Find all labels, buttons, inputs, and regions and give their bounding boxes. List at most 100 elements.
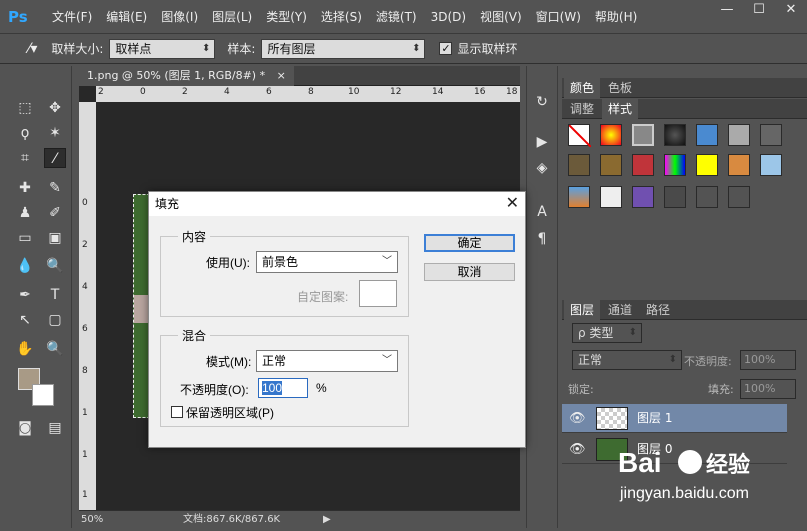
blend-mode-select[interactable]: 正常 [572,350,682,370]
style-swatch[interactable] [696,124,718,146]
ok-button[interactable]: 确定 [424,234,515,252]
layer-opacity-field[interactable]: 100% [740,350,796,370]
visibility-eye-icon[interactable]: 👁 [569,404,586,433]
preserve-transparency-checkbox[interactable] [171,406,183,418]
menu-edit[interactable]: 编辑(E) [106,8,147,25]
opacity-input[interactable]: 100 [258,378,308,398]
style-swatch[interactable] [600,186,622,208]
actions-panel-icon[interactable]: ▶ [531,132,553,152]
magic-wand-tool-icon[interactable]: ✶ [44,123,66,143]
style-swatch[interactable] [760,124,782,146]
tab-adjustments[interactable]: 调整 [564,99,600,119]
ruler-tick: 1 [82,490,88,500]
style-swatch[interactable] [728,124,750,146]
blend-group: 混合 模式(M): 正常 ﹀ 不透明度(O): 100 % 保留透明区域(P) [160,327,409,427]
hand-tool-icon[interactable]: ✋ [14,339,36,359]
style-swatch[interactable] [600,154,622,176]
menu-help[interactable]: 帮助(H) [595,8,637,25]
menu-window[interactable]: 窗口(W) [536,8,581,25]
style-swatch[interactable] [632,186,654,208]
layer-row[interactable]: 👁 图层 1 [562,404,787,433]
marquee-tool-icon[interactable]: ⬚ [14,98,36,118]
ruler-tick: 14 [432,87,444,97]
stamp-tool-icon[interactable]: ♟ [14,203,36,223]
style-swatch[interactable] [632,154,654,176]
dodge-tool-icon[interactable]: 🔍 [44,256,66,276]
crop-tool-icon[interactable]: ⌗ [14,148,36,168]
style-panel-tabs: 调整 样式 [562,99,807,119]
cancel-button[interactable]: 取消 [424,263,515,281]
dialog-close-icon[interactable]: ✕ [506,192,519,216]
style-swatch[interactable] [760,154,782,176]
zoom-tool-icon[interactable]: 🔍 [44,339,66,359]
style-swatch[interactable] [664,186,686,208]
character-panel-icon[interactable]: A [531,202,553,222]
pen-tool-icon[interactable]: ✒ [14,285,36,305]
maximize-button[interactable]: ☐ [743,0,775,22]
paragraph-panel-icon[interactable]: ¶ [531,229,553,249]
tab-styles[interactable]: 样式 [602,99,638,119]
sample-select[interactable]: 所有图层 [261,38,426,59]
screen-mode-icon[interactable]: ▤ [44,418,66,438]
close-tab-icon[interactable]: × [277,69,286,82]
history-panel-icon[interactable]: ↻ [531,92,553,112]
tools-panel: ⬚ ✥ ϙ ✶ ⌗ ⁄ ✚ ✎ ♟ ✐ ▭ ▣ 💧 🔍 ✒ T ↖ ▢ ✋ 🔍 … [8,66,72,528]
style-swatch[interactable] [568,186,590,208]
document-tab[interactable]: 1.png @ 50% (图层 1, RGB/8#) * × [79,66,294,86]
menu-type[interactable]: 类型(Y) [266,8,307,25]
gradient-tool-icon[interactable]: ▣ [44,228,66,248]
menu-view[interactable]: 视图(V) [480,8,522,25]
opacity-label: 不透明度: [684,355,732,368]
menu-layer[interactable]: 图层(L) [212,8,252,25]
close-button[interactable]: ✕ [775,0,807,22]
eraser-tool-icon[interactable]: ▭ [14,228,36,248]
quick-mask-icon[interactable]: ◙ [14,418,36,438]
status-arrow-icon[interactable]: ▶ [323,511,331,529]
blur-tool-icon[interactable]: 💧 [14,256,36,276]
history-brush-tool-icon[interactable]: ✐ [44,203,66,223]
tab-paths[interactable]: 路径 [640,300,676,320]
style-swatch[interactable] [728,154,750,176]
menu-image[interactable]: 图像(I) [161,8,198,25]
style-none-swatch[interactable] [568,124,592,148]
visibility-eye-icon[interactable]: 👁 [569,435,586,464]
background-color-swatch[interactable] [32,384,54,406]
menu-filter[interactable]: 滤镜(T) [376,8,417,25]
brush-tool-icon[interactable]: ✎ [44,178,66,198]
fill-field[interactable]: 100% [740,379,796,399]
style-swatch[interactable] [632,124,654,146]
menu-file[interactable]: 文件(F) [52,8,92,25]
eyedropper-tool-icon[interactable]: ⁄ [44,148,66,168]
layer-filter-select[interactable]: ρ 类型 [572,323,642,343]
minimize-button[interactable]: — [711,0,743,22]
style-swatch[interactable] [696,154,718,176]
move-tool-icon[interactable]: ✥ [44,98,66,118]
style-swatch[interactable] [664,154,686,176]
menu-select[interactable]: 选择(S) [321,8,362,25]
use-select[interactable]: 前景色 ﹀ [256,251,398,273]
style-swatch[interactable] [568,154,590,176]
show-ring-checkbox[interactable]: ✓ [439,42,453,55]
tab-layers[interactable]: 图层 [564,300,600,320]
tab-color[interactable]: 颜色 [564,78,600,98]
type-tool-icon[interactable]: T [44,285,66,305]
style-swatch[interactable] [600,124,622,146]
mode-select[interactable]: 正常 ﹀ [256,350,398,372]
style-swatch[interactable] [664,124,686,146]
ruler-tick: 18 [506,87,518,97]
lasso-tool-icon[interactable]: ϙ [14,123,36,143]
zoom-level[interactable]: 50% [81,511,103,529]
ruler-tick: 1 [82,408,88,418]
sample-size-label: 取样大小: [51,42,104,56]
sample-size-select[interactable]: 取样点 [109,38,216,59]
path-select-tool-icon[interactable]: ↖ [14,310,36,330]
tab-channels[interactable]: 通道 [602,300,638,320]
eyedropper-icon[interactable]: ⁄▾ [28,41,37,57]
menu-3d[interactable]: 3D(D) [431,10,466,24]
style-swatch[interactable] [728,186,750,208]
healing-brush-tool-icon[interactable]: ✚ [14,178,36,198]
shape-tool-icon[interactable]: ▢ [44,310,66,330]
properties-panel-icon[interactable]: ◈ [531,158,553,178]
tab-swatches[interactable]: 色板 [602,78,638,98]
style-swatch[interactable] [696,186,718,208]
